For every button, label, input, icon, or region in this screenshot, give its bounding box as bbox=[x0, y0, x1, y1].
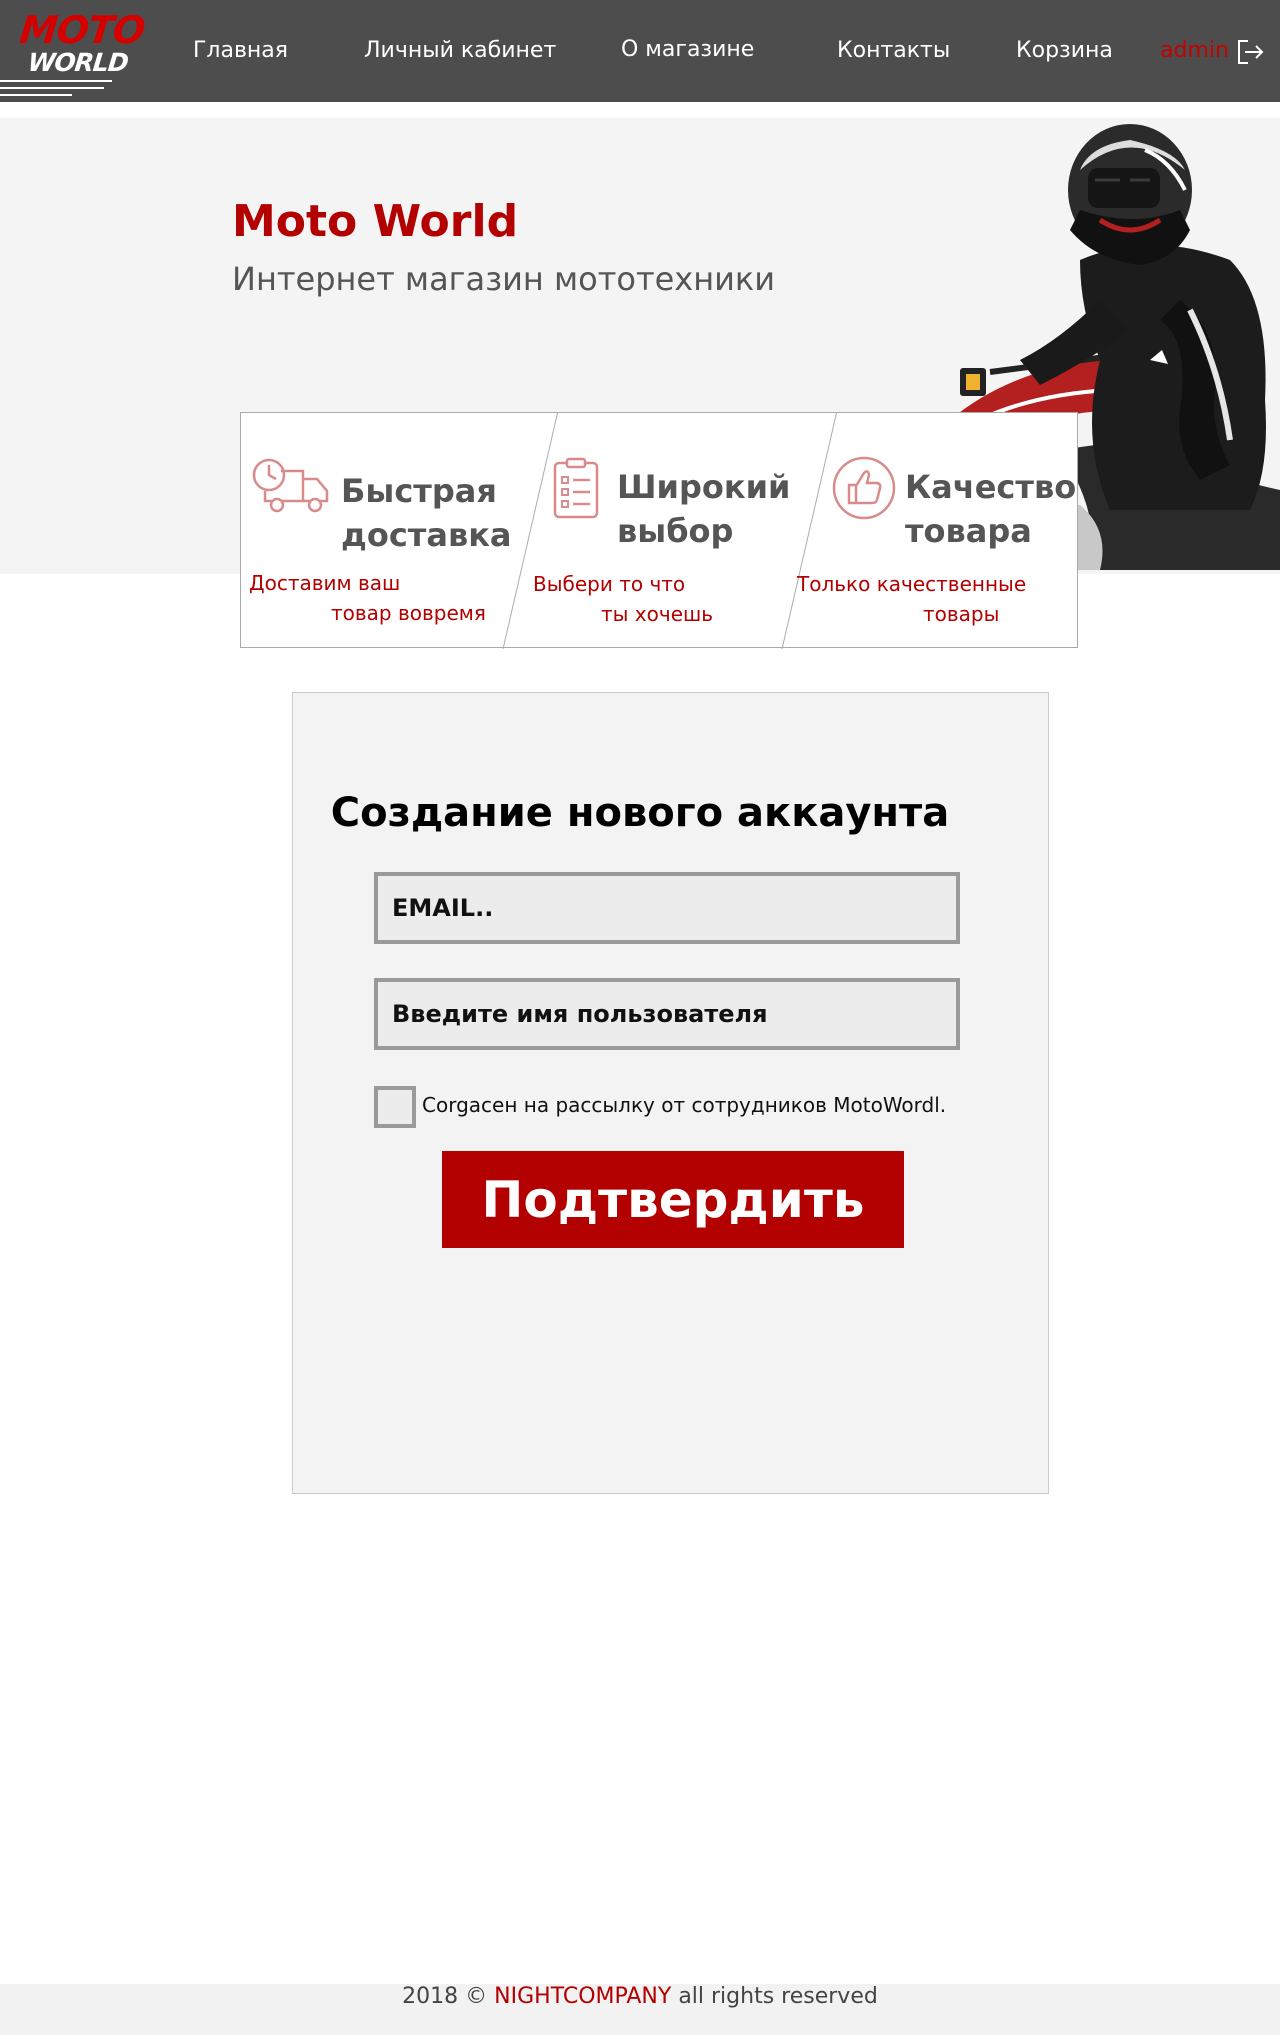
logout-icon[interactable] bbox=[1236, 38, 1264, 66]
footer-brand-link[interactable]: NIGHTCOMPANY bbox=[494, 1984, 671, 2009]
nav-contacts-link[interactable]: Контакты bbox=[837, 38, 950, 63]
logo-world-text: WORLD bbox=[26, 48, 130, 77]
logo-stripe bbox=[0, 80, 112, 82]
checklist-icon bbox=[553, 457, 599, 519]
feature-title-line: товара bbox=[905, 512, 1032, 550]
newsletter-checkbox-label[interactable]: Corgaсен на рассылку от сотрудников Moto… bbox=[422, 1093, 946, 1117]
nav-username-link[interactable]: admin bbox=[1160, 38, 1229, 63]
submit-button[interactable]: Подтвердить bbox=[442, 1151, 904, 1248]
feature-title-line: доставка bbox=[341, 516, 512, 554]
hero-title: Moto World bbox=[232, 196, 519, 247]
nav-home-link[interactable]: Главная bbox=[193, 38, 288, 63]
logo-stripe bbox=[0, 87, 104, 89]
hero-subtitle: Интернет магазин мототехники bbox=[232, 260, 776, 298]
feature-desc-line: Только качественные bbox=[797, 572, 1027, 596]
feature-desc-line: товар вовремя bbox=[331, 601, 486, 625]
feature-desc-line: Выбери то что bbox=[533, 572, 686, 596]
email-field[interactable] bbox=[374, 872, 960, 944]
logo-moto-text: MOTO bbox=[17, 8, 147, 52]
nav-account-link[interactable]: Личный кабинет bbox=[364, 38, 556, 63]
page-footer: 2018 © NIGHTCOMPANY all rights reserved bbox=[0, 1984, 1280, 2035]
footer-rights-text: all rights reserved bbox=[678, 1984, 878, 2009]
delivery-truck-icon bbox=[252, 458, 329, 513]
feature-title-line: Широкий bbox=[617, 468, 791, 506]
features-panel: Быстрая доставка Доставим ваш товар вовр… bbox=[240, 412, 1078, 649]
moto-world-logo[interactable]: MOTO WORLD bbox=[0, 8, 147, 96]
feature-desc-line: товары bbox=[923, 602, 1000, 626]
feature-title-line: выбор bbox=[617, 512, 734, 550]
feature-desc-line: ты хочешь bbox=[601, 602, 714, 626]
newsletter-checkbox[interactable] bbox=[374, 1086, 416, 1128]
username-field[interactable] bbox=[374, 978, 960, 1050]
feature-title-line: Быстрая bbox=[341, 472, 497, 510]
nav-about-link[interactable]: О магазине bbox=[621, 37, 754, 62]
top-navbar: MOTO WORLD Главная Личный кабинет О мага… bbox=[0, 0, 1280, 102]
feature-title-line: Качество bbox=[905, 468, 1077, 506]
logo-stripe bbox=[0, 94, 72, 96]
form-title: Создание нового аккаунта bbox=[330, 790, 950, 836]
nav-cart-link[interactable]: Корзина bbox=[1016, 38, 1113, 63]
thumbs-up-icon bbox=[832, 456, 896, 520]
footer-copyright-year: 2018 © bbox=[402, 1984, 488, 2009]
feature-divider bbox=[781, 413, 837, 649]
feature-desc-line: Доставим ваш bbox=[249, 571, 401, 595]
